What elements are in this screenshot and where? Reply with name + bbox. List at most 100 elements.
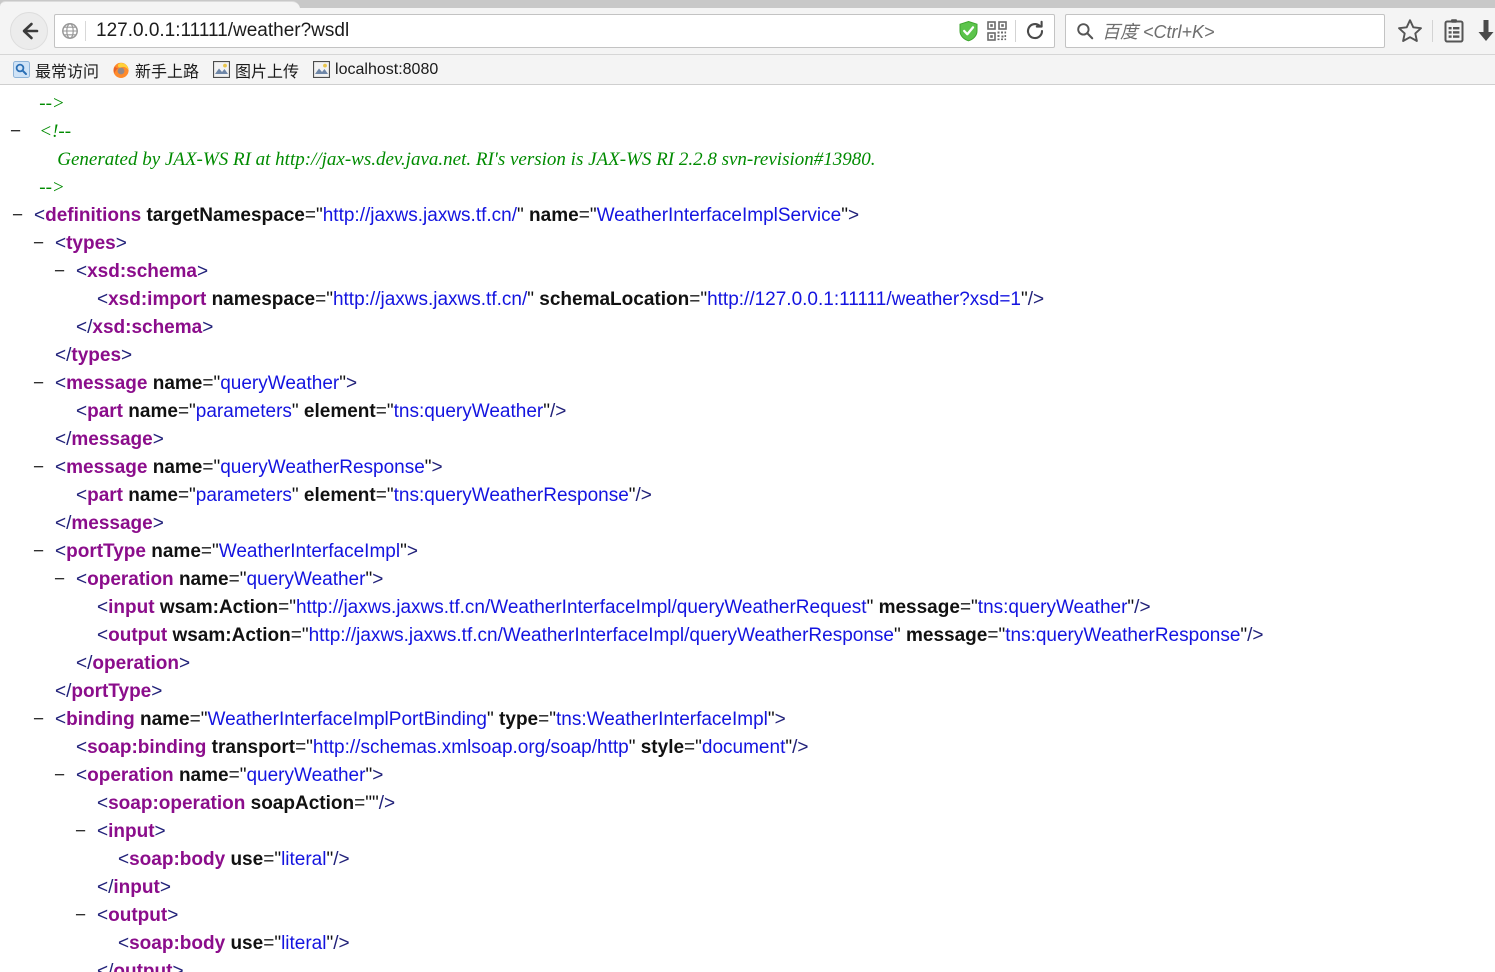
collapse-toggle-icon[interactable]: − bbox=[33, 370, 44, 398]
xml-comment-close-line: --> bbox=[0, 174, 1495, 202]
attribute-quote: " bbox=[971, 597, 978, 618]
qr-code-icon[interactable] bbox=[987, 21, 1007, 41]
tag-open-bracket: </ bbox=[55, 513, 72, 534]
tag-name: portType bbox=[71, 681, 152, 702]
collapse-toggle-icon[interactable]: − bbox=[33, 706, 44, 734]
tag-close-bracket: > bbox=[178, 653, 191, 674]
reload-button[interactable] bbox=[1024, 20, 1046, 42]
tag-name: part bbox=[87, 485, 124, 506]
attribute-name: name bbox=[147, 457, 203, 478]
bookmark-localhost-8080[interactable]: localhost:8080 bbox=[307, 60, 443, 80]
xml-comment-open-line[interactable]: − <!-- bbox=[0, 118, 1495, 146]
attribute-name: name bbox=[123, 485, 178, 506]
xml-line: <part name="parameters" element="tns:que… bbox=[0, 398, 1495, 426]
collapse-toggle-icon[interactable]: − bbox=[54, 566, 65, 594]
collapse-toggle-icon[interactable]: − bbox=[33, 538, 44, 566]
tag-close-bracket: /> bbox=[333, 849, 350, 870]
tag-name: input bbox=[113, 877, 160, 898]
collapse-toggle-icon[interactable]: − bbox=[75, 818, 86, 846]
collapse-toggle-icon[interactable]: − bbox=[33, 230, 44, 258]
bookmark-most-visited[interactable]: 最常访问 bbox=[7, 57, 104, 83]
attribute-value: queryWeather bbox=[246, 569, 366, 590]
url-action-icons bbox=[958, 20, 1054, 42]
download-arrow-icon[interactable] bbox=[1475, 18, 1495, 44]
collapse-toggle-icon[interactable]: − bbox=[54, 762, 65, 790]
tag-open-bracket: < bbox=[97, 905, 109, 926]
attribute-value: http://schemas.xmlsoap.org/soap/http bbox=[312, 737, 629, 758]
tag-close-bracket: /> bbox=[1134, 597, 1151, 618]
tag-open-bracket: < bbox=[76, 485, 88, 506]
back-button[interactable] bbox=[10, 12, 48, 50]
bookmark-label: localhost:8080 bbox=[335, 60, 439, 78]
attribute-quote: " bbox=[189, 485, 196, 506]
tag-name: input bbox=[108, 597, 155, 618]
attribute-equals: = bbox=[375, 401, 387, 422]
attribute-value: tns:queryWeatherResponse bbox=[393, 485, 629, 506]
search-bar[interactable]: 百度 <Ctrl+K> bbox=[1065, 14, 1385, 48]
xml-line: <soap:binding transport="http://schemas.… bbox=[0, 734, 1495, 762]
toolbar-divider-2 bbox=[1432, 20, 1433, 42]
xml-line: </xsd:schema> bbox=[0, 314, 1495, 342]
collapse-toggle-icon[interactable]: − bbox=[12, 202, 23, 230]
tag-name: xsd:schema bbox=[87, 261, 197, 282]
globe-icon bbox=[55, 22, 85, 40]
tag-open-bracket: < bbox=[118, 849, 130, 870]
generic-bookmark-icon bbox=[312, 61, 330, 79]
tag-open-bracket: </ bbox=[97, 961, 114, 972]
attribute-quote: " bbox=[371, 793, 379, 814]
tab-active[interactable] bbox=[0, 1, 300, 8]
shield-icon[interactable] bbox=[958, 20, 979, 42]
xml-line: − <types> bbox=[0, 230, 1495, 258]
attribute-name: transport bbox=[206, 737, 296, 758]
reader-list-icon[interactable] bbox=[1442, 18, 1466, 44]
attribute-name: name bbox=[173, 569, 229, 590]
tag-close-bracket: /> bbox=[378, 793, 396, 814]
tag-close-bracket: > bbox=[159, 877, 171, 898]
attribute-quote: " bbox=[589, 205, 597, 226]
tag-name: operation bbox=[87, 569, 174, 590]
attribute-quote: " bbox=[315, 205, 323, 226]
bookmark-star-icon[interactable] bbox=[1397, 18, 1423, 44]
tag-name: binding bbox=[66, 709, 135, 730]
tag-open-bracket: < bbox=[76, 737, 88, 758]
attribute-equals: = bbox=[295, 737, 307, 758]
xml-line: − <message name="queryWeatherResponse"> bbox=[0, 454, 1495, 482]
tag-name: xsd:schema bbox=[92, 317, 203, 338]
tag-name: message bbox=[71, 429, 153, 450]
attribute-name: name bbox=[523, 205, 579, 226]
tag-open-bracket: < bbox=[55, 373, 67, 394]
collapse-toggle-icon[interactable]: − bbox=[54, 258, 65, 286]
tag-name: definitions bbox=[45, 205, 142, 226]
attribute-value: http://127.0.0.1:11111/weather?xsd=1 bbox=[707, 289, 1021, 310]
attribute-quote: " bbox=[543, 401, 550, 422]
attribute-quote: " bbox=[289, 597, 296, 618]
collapse-toggle-icon[interactable]: − bbox=[75, 902, 86, 930]
navigation-toolbar: 127.0.0.1:11111/weather?wsdl 百度 <Ctrl+K> bbox=[0, 8, 1495, 55]
attribute-quote: " bbox=[841, 205, 848, 226]
tag-close-bracket: > bbox=[167, 905, 179, 926]
attribute-quote: " bbox=[386, 485, 394, 506]
tag-open-bracket: < bbox=[97, 625, 109, 646]
tag-open-bracket: < bbox=[97, 289, 109, 310]
tab-strip bbox=[0, 0, 1495, 8]
collapse-toggle-icon[interactable]: − bbox=[33, 454, 44, 482]
bookmark-image-upload[interactable]: 图片上传 bbox=[207, 57, 304, 83]
tag-name: message bbox=[71, 513, 153, 534]
attribute-value: document bbox=[701, 737, 786, 758]
attribute-name: message bbox=[900, 625, 988, 646]
collapse-toggle-icon[interactable]: − bbox=[10, 118, 21, 146]
attribute-quote: " bbox=[326, 289, 333, 310]
attribute-value: tns:queryWeather bbox=[977, 597, 1128, 618]
xml-line: </portType> bbox=[0, 678, 1495, 706]
tag-open-bracket: < bbox=[55, 457, 67, 478]
tag-name: output bbox=[108, 905, 168, 926]
tag-open-bracket: < bbox=[55, 541, 67, 562]
firefox-icon bbox=[112, 61, 130, 79]
xml-line: <soap:body use="literal"/> bbox=[0, 930, 1495, 958]
tag-open-bracket: < bbox=[76, 401, 88, 422]
generic-bookmark-icon bbox=[212, 61, 230, 79]
attribute-name: message bbox=[873, 597, 960, 618]
bookmark-firefox-start[interactable]: 新手上路 bbox=[107, 57, 204, 83]
tag-name: operation bbox=[92, 653, 179, 674]
address-bar[interactable]: 127.0.0.1:11111/weather?wsdl bbox=[54, 14, 1055, 48]
